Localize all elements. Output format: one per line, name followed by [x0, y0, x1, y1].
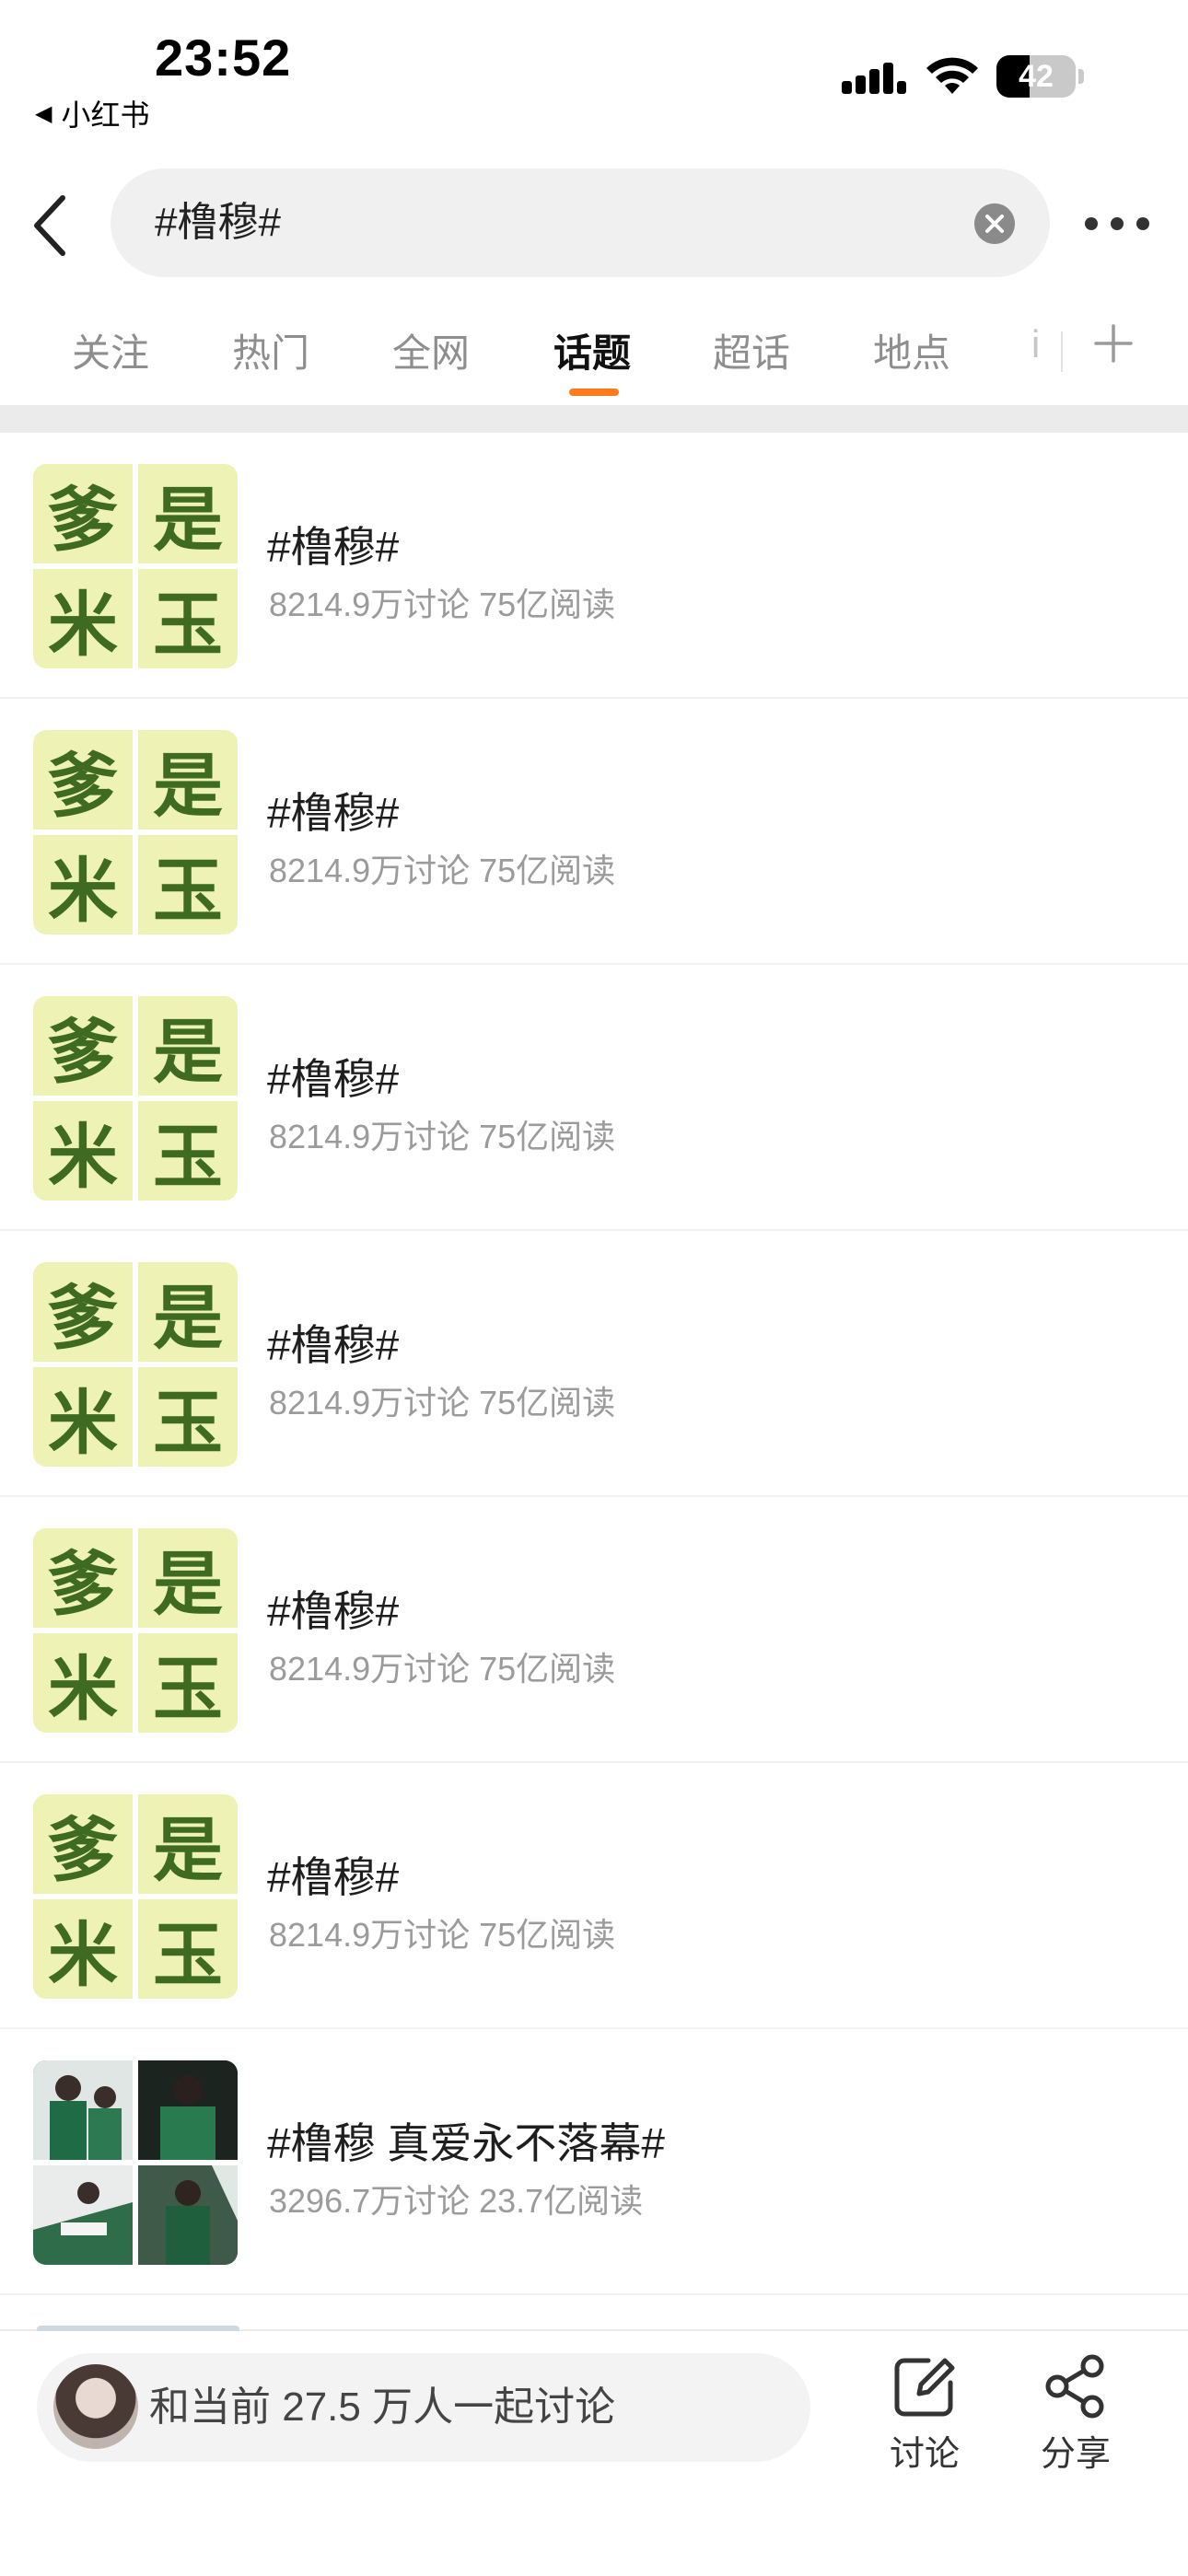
topic-photo-thumbnail	[33, 2060, 238, 2265]
battery-cap	[1078, 69, 1084, 84]
edit-icon	[894, 2358, 955, 2417]
thumb-char: 爹	[33, 464, 133, 563]
share-icon	[1045, 2354, 1104, 2419]
topic-stats: 8214.9万讨论 75亿阅读	[269, 1916, 616, 1954]
join-discussion-input[interactable]: 和当前 27.5 万人一起讨论	[37, 2353, 810, 2462]
thumb-char: 米	[33, 1633, 133, 1733]
topic-title: #橹穆#	[267, 1055, 400, 1103]
more-dot	[1085, 217, 1098, 230]
thumb-char: 米	[33, 569, 133, 668]
status-time: 23:52	[155, 29, 292, 87]
thumb-char: 玉	[138, 569, 238, 668]
thumb-char: 爹	[33, 1794, 133, 1894]
thumb-char: 玉	[138, 1899, 238, 1999]
wifi-icon	[926, 57, 978, 94]
thumb-char: 是	[138, 1262, 238, 1362]
tab-topics[interactable]: 话题	[553, 322, 631, 378]
topic-thumbnail: 爹 是 米 玉	[33, 1262, 238, 1467]
tab-fade	[1013, 322, 1059, 387]
topic-stats: 8214.9万讨论 75亿阅读	[269, 1384, 616, 1421]
topic-thumbnail: 爹 是 米 玉	[33, 730, 238, 934]
thumb-char: 玉	[138, 1633, 238, 1733]
thumb-char: 米	[33, 835, 133, 934]
thumb-char: 玉	[138, 1367, 238, 1467]
add-tab-icon[interactable]	[1090, 320, 1136, 366]
topic-list: 爹 是 米 玉 #橹穆# 8214.9万讨论 75亿阅读 爹 是 米 玉 #橹穆…	[0, 433, 1188, 2295]
thumb-char: 是	[138, 996, 238, 1096]
active-tab-indicator	[569, 389, 619, 396]
search-query: #橹穆#	[155, 200, 281, 245]
topic-title: #橹穆#	[267, 789, 400, 837]
topic-row[interactable]: 爹 是 米 玉 #橹穆# 8214.9万讨论 75亿阅读	[0, 1231, 1188, 1497]
status-bar: 23:52 ◀ 小红书 42	[0, 0, 1188, 157]
topic-stats: 3296.7万讨论 23.7亿阅读	[269, 2182, 644, 2220]
share-button[interactable]: 分享	[1020, 2353, 1131, 2476]
topic-row[interactable]: 爹 是 米 玉 #橹穆# 8214.9万讨论 75亿阅读	[0, 699, 1188, 965]
tab-follow[interactable]: 关注	[72, 322, 149, 378]
tab-divider	[1061, 331, 1063, 372]
topic-row[interactable]: 爹 是 米 玉 #橹穆# 8214.9万讨论 75亿阅读	[0, 965, 1188, 1231]
topic-stats: 8214.9万讨论 75亿阅读	[269, 586, 616, 623]
topic-row[interactable]: #橹穆 真爱永不落幕# 3296.7万讨论 23.7亿阅读	[0, 2029, 1188, 2295]
topic-title: #橹穆 真爱永不落幕#	[267, 2119, 665, 2167]
topic-stats: 8214.9万讨论 75亿阅读	[269, 852, 616, 889]
more-dot	[1111, 217, 1124, 230]
next-row-peek	[37, 2326, 239, 2331]
topic-thumbnail: 爹 是 米 玉	[33, 1794, 238, 1999]
topic-row[interactable]: 爹 是 米 玉 #橹穆# 8214.9万讨论 75亿阅读	[0, 433, 1188, 699]
photo-tile	[138, 2060, 238, 2160]
photo-tile	[33, 2060, 133, 2160]
share-label: 分享	[1040, 2435, 1111, 2474]
thumb-char: 是	[138, 1528, 238, 1628]
thumb-char: 爹	[33, 730, 133, 830]
topic-row[interactable]: 爹 是 米 玉 #橹穆# 8214.9万讨论 75亿阅读	[0, 1497, 1188, 1763]
clear-search-icon[interactable]	[974, 203, 1015, 244]
user-avatar	[53, 2364, 138, 2449]
topic-stats: 8214.9万讨论 75亿阅读	[269, 1650, 616, 1688]
back-to-app-link[interactable]: ◀ 小红书	[35, 92, 149, 134]
topic-thumbnail: 爹 是 米 玉	[33, 996, 238, 1201]
bottom-action-bar: 和当前 27.5 万人一起讨论 讨论 分享	[0, 2326, 1188, 2576]
thumb-char: 是	[138, 464, 238, 563]
back-arrow-icon[interactable]	[28, 189, 74, 262]
topic-title: #橹穆#	[267, 1587, 400, 1635]
thumb-char: 米	[33, 1899, 133, 1999]
tab-location[interactable]: 地点	[873, 322, 950, 378]
back-triangle-icon: ◀	[35, 100, 52, 126]
topic-stats: 8214.9万讨论 75亿阅读	[269, 1118, 616, 1155]
join-discussion-prompt: 和当前 27.5 万人一起讨论	[149, 2385, 616, 2430]
search-input[interactable]: #橹穆#	[111, 168, 1050, 277]
more-options-icon[interactable]	[1085, 210, 1149, 238]
topic-thumbnail: 爹 是 米 玉	[33, 1528, 238, 1733]
topic-title: #橹穆#	[267, 1321, 400, 1369]
tab-super-topics[interactable]: 超话	[713, 322, 790, 378]
topic-thumbnail: 爹 是 米 玉	[33, 464, 238, 668]
thumb-char: 爹	[33, 1528, 133, 1628]
thumb-char: 玉	[138, 835, 238, 934]
cellular-signal-icon	[842, 63, 906, 94]
discuss-label: 讨论	[889, 2435, 960, 2474]
battery-level-text: 42	[1019, 59, 1054, 94]
search-tabs: 关注 热门 全网 话题 超话 地点 i	[0, 313, 1188, 405]
topic-title: #橹穆#	[267, 1853, 400, 1901]
topic-title: #橹穆#	[267, 523, 400, 571]
thumb-char: 爹	[33, 1262, 133, 1362]
thumb-char: 是	[138, 730, 238, 830]
thumb-char: 米	[33, 1367, 133, 1467]
battery-indicator: 42	[996, 55, 1085, 101]
back-app-label: 小红书	[61, 99, 150, 132]
topic-row[interactable]: 爹 是 米 玉 #橹穆# 8214.9万讨论 75亿阅读	[0, 1763, 1188, 2029]
thumb-char: 是	[138, 1794, 238, 1894]
photo-tile	[33, 2165, 133, 2265]
tab-web[interactable]: 全网	[392, 322, 470, 378]
thumb-char: 爹	[33, 996, 133, 1096]
section-gap	[0, 405, 1188, 433]
battery-body: 42	[996, 55, 1076, 98]
tab-hot[interactable]: 热门	[232, 322, 309, 378]
thumb-char: 米	[33, 1101, 133, 1201]
discuss-button[interactable]: 讨论	[869, 2353, 980, 2476]
more-dot	[1136, 217, 1149, 230]
thumb-char: 玉	[138, 1101, 238, 1201]
photo-tile	[138, 2165, 238, 2265]
